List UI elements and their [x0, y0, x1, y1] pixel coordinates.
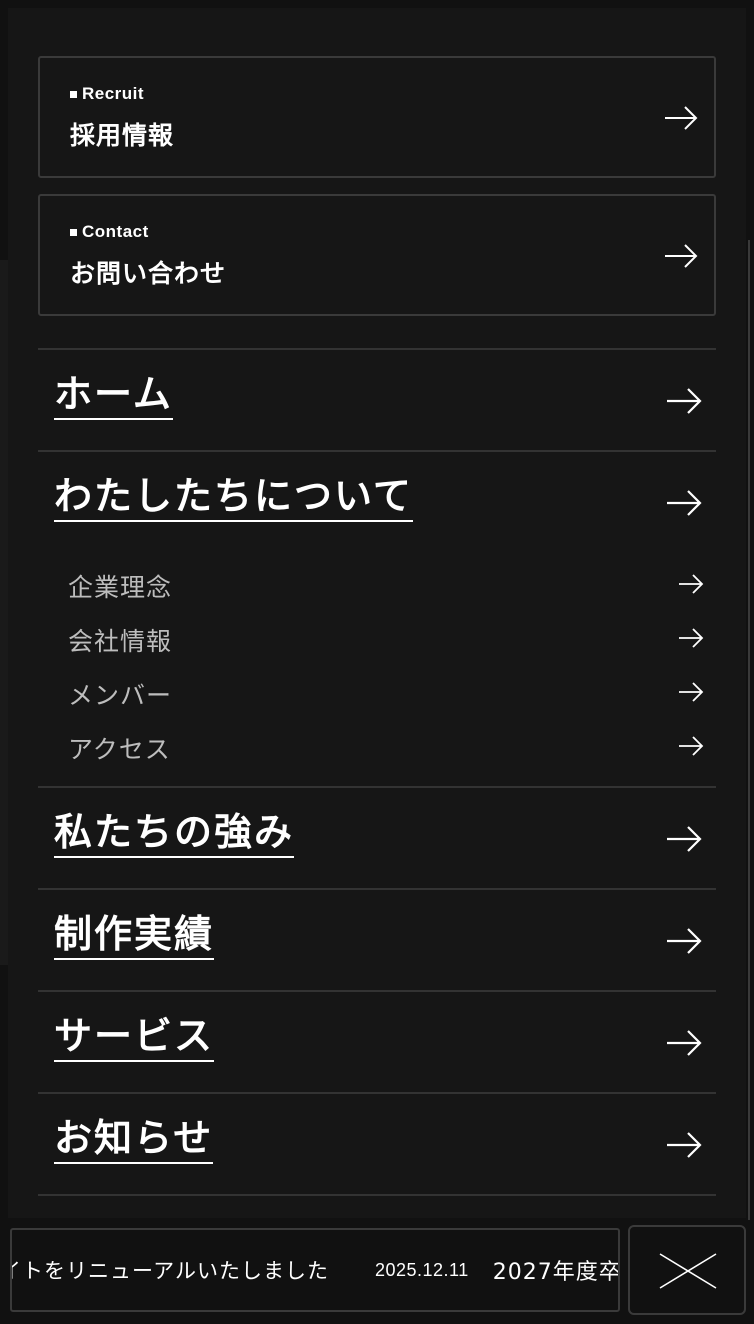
- arrow-right-icon: [679, 628, 704, 648]
- nav-subitem-philosophy[interactable]: 企業理念: [38, 560, 716, 610]
- contact-en-label: Contact: [70, 222, 149, 242]
- nav-works-label: 制作実績: [54, 912, 215, 960]
- nav-sub-label: アクセス: [68, 735, 171, 764]
- recruit-ja-label: 採用情報: [70, 121, 175, 150]
- nav-sub-label: 企業理念: [68, 573, 173, 602]
- arrow-right-icon: [667, 490, 702, 516]
- nav-item-about[interactable]: わたしたちについて: [38, 452, 716, 552]
- arrow-right-icon: [667, 826, 702, 852]
- recruit-card[interactable]: Recruit 採用情報: [38, 56, 716, 178]
- contact-en-text: Contact: [82, 222, 149, 241]
- arrow-right-icon: [679, 574, 704, 594]
- nav-item-news[interactable]: お知らせ: [38, 1094, 716, 1194]
- nav-item-works[interactable]: 制作実績: [38, 890, 716, 990]
- arrow-right-icon: [679, 736, 704, 756]
- nav-services-label: サービス: [54, 1014, 215, 1062]
- nav-item-home[interactable]: ホーム: [38, 350, 716, 450]
- ticker-date: 2025.12.11: [374, 1259, 469, 1280]
- recruit-en-text: Recruit: [82, 84, 145, 103]
- nav-sub-label: メンバー: [68, 681, 173, 710]
- nav-home-label: ホーム: [54, 372, 173, 420]
- bullet-icon: [70, 90, 77, 98]
- nav-about-label: わたしたちについて: [54, 474, 413, 522]
- nav-item-strengths[interactable]: 私たちの強み: [38, 788, 716, 888]
- divider: [38, 1194, 716, 1196]
- arrow-right-icon: [665, 106, 698, 130]
- ticker-text: イトをリニューアルいたしました: [10, 1259, 329, 1283]
- bullet-icon: [70, 228, 77, 236]
- arrow-right-icon: [667, 1030, 702, 1056]
- close-icon: [659, 1253, 717, 1289]
- nav-subitem-company[interactable]: 会社情報: [38, 614, 716, 664]
- nav-sub-label: 会社情報: [68, 627, 173, 656]
- nav-news-label: お知らせ: [54, 1116, 214, 1164]
- ticker-track: イトをリニューアルいたしました 2025.12.11 2027年度卒: [10, 1230, 620, 1310]
- news-ticker[interactable]: イトをリニューアルいたしました 2025.12.11 2027年度卒: [10, 1228, 620, 1312]
- nav-subitem-access[interactable]: アクセス: [38, 722, 716, 772]
- contact-card[interactable]: Contact お問い合わせ: [38, 194, 716, 316]
- arrow-right-icon: [679, 682, 704, 702]
- arrow-right-icon: [667, 1132, 702, 1158]
- scrollbar[interactable]: [748, 240, 750, 1220]
- nav-subitem-members[interactable]: メンバー: [38, 668, 716, 718]
- arrow-right-icon: [665, 244, 698, 268]
- recruit-en-label: Recruit: [70, 84, 144, 104]
- contact-ja-label: お問い合わせ: [70, 259, 227, 288]
- nav-item-services[interactable]: サービス: [38, 992, 716, 1092]
- background-strip: [0, 260, 8, 965]
- ticker-text: 2027年度卒: [492, 1260, 620, 1285]
- arrow-right-icon: [667, 928, 702, 954]
- nav-strengths-label: 私たちの強み: [54, 810, 295, 858]
- arrow-right-icon: [667, 388, 702, 414]
- close-button[interactable]: [628, 1225, 746, 1315]
